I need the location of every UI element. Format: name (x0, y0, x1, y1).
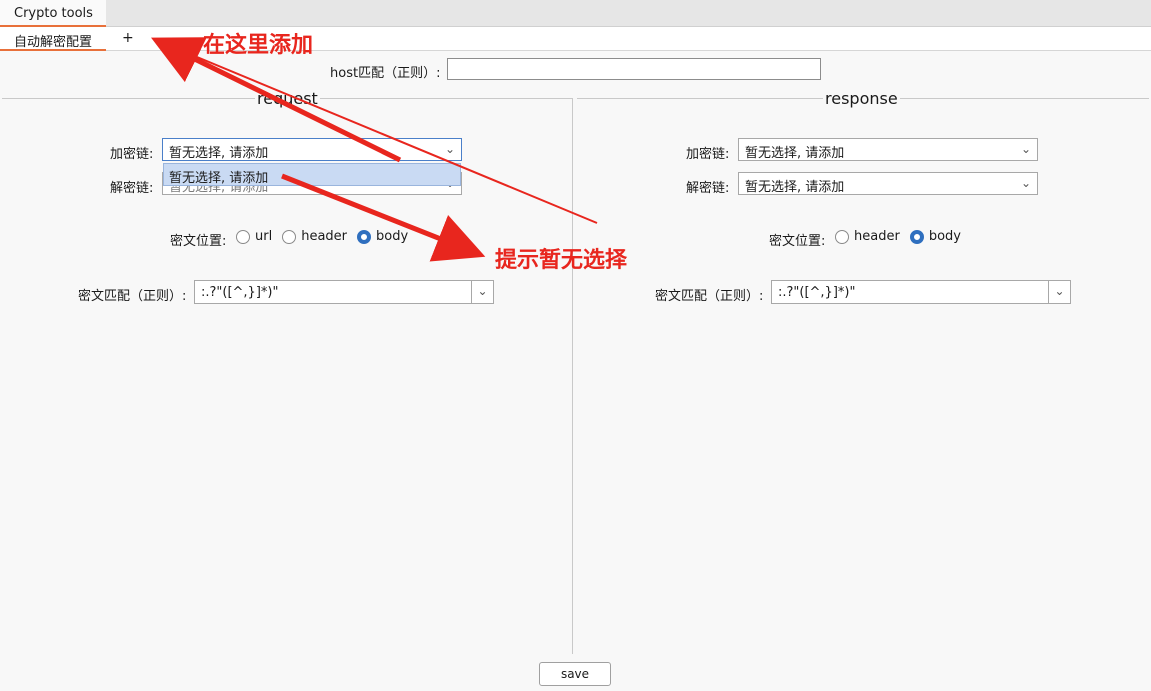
arrow-to-hint (281, 173, 486, 262)
annotation-arrows (151, 37, 598, 262)
annotation-add-here: 在这里添加 (203, 33, 314, 58)
arrow-to-add-tab-bold (151, 37, 402, 163)
annotation-hint-no-selection: 提示暂无选择 (495, 248, 628, 273)
arrow-to-add-tab (155, 39, 598, 224)
